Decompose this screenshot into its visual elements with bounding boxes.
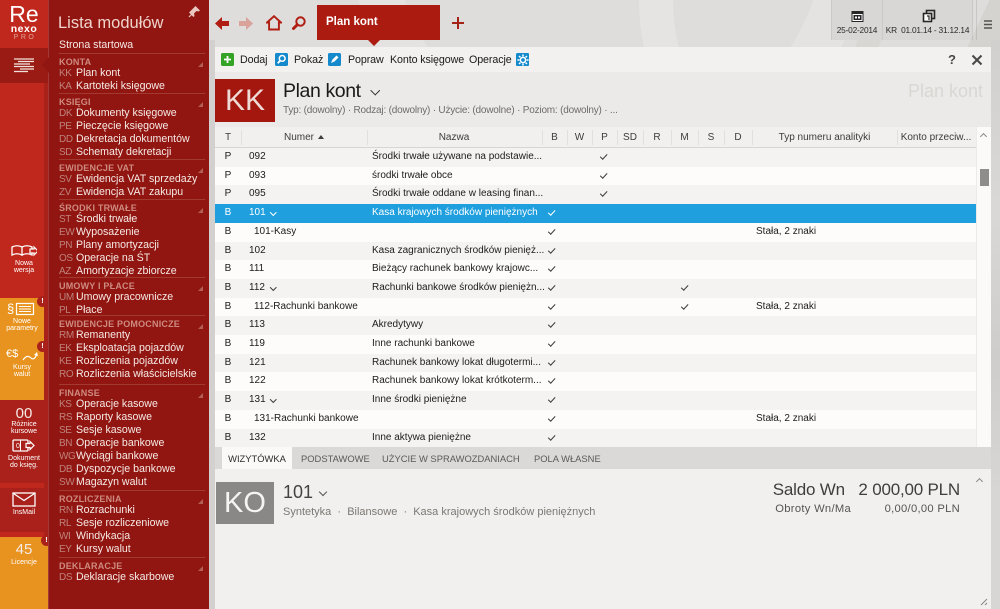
svg-text:0: 0 (16, 443, 20, 450)
svg-text:€$: €$ (6, 348, 18, 360)
svg-text:§: § (7, 301, 14, 316)
